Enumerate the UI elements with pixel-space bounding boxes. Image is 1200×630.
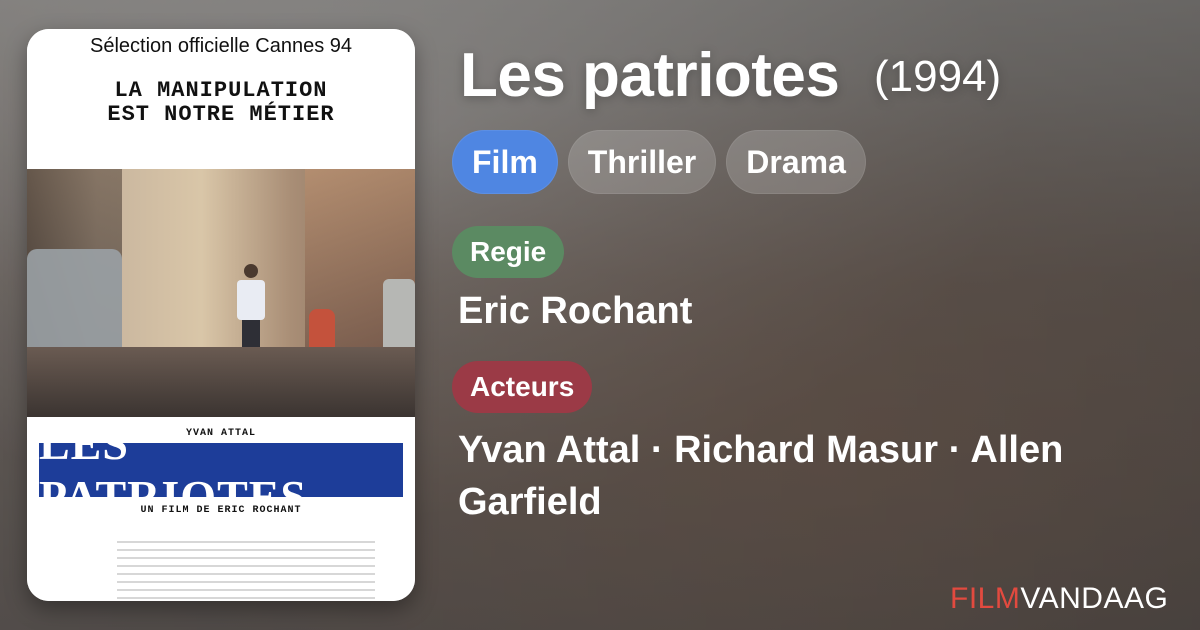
- genre-pills: Film Thriller Drama: [452, 130, 866, 194]
- poster-street: [27, 347, 415, 417]
- pill-film[interactable]: Film: [452, 130, 558, 194]
- regie-tag: Regie: [452, 226, 565, 278]
- director-name: Eric Rochant: [458, 290, 693, 332]
- poster-tagline-line1: LA MANIPULATION: [114, 78, 328, 103]
- movie-poster: Sélection officielle Cannes 94 LA MANIPU…: [27, 29, 415, 601]
- pill-thriller[interactable]: Thriller: [567, 130, 717, 194]
- brand-vandaag: VANDAAG: [1020, 582, 1169, 615]
- acteurs-tag: Acteurs: [452, 361, 593, 413]
- pill-drama[interactable]: Drama: [726, 130, 866, 194]
- actors-list: Yvan Attal · Richard Masur · Allen Garfi…: [458, 429, 1064, 523]
- poster-credits: [117, 541, 375, 601]
- poster-titlebar: LES PATRIOTES: [39, 418, 403, 522]
- poster-photo: [27, 169, 415, 417]
- poster-person-body: [237, 280, 265, 320]
- movie-title: Les patriotes: [460, 41, 840, 110]
- brand-logo: FILMVANDAAG: [950, 582, 1168, 616]
- poster-cannes-text: Sélection officielle Cannes 94: [89, 35, 353, 57]
- poster-tagline-line2: EST NOTRE MÉTIER: [107, 102, 335, 127]
- brand-film: FILM: [950, 582, 1021, 615]
- movie-year: (1994): [874, 52, 1002, 101]
- poster-tagline: LA MANIPULATION EST NOTRE MÉTIER: [27, 79, 415, 127]
- poster-byline: UN FILM DE ERIC ROCHANT: [140, 505, 302, 516]
- poster-person-head: [244, 264, 258, 278]
